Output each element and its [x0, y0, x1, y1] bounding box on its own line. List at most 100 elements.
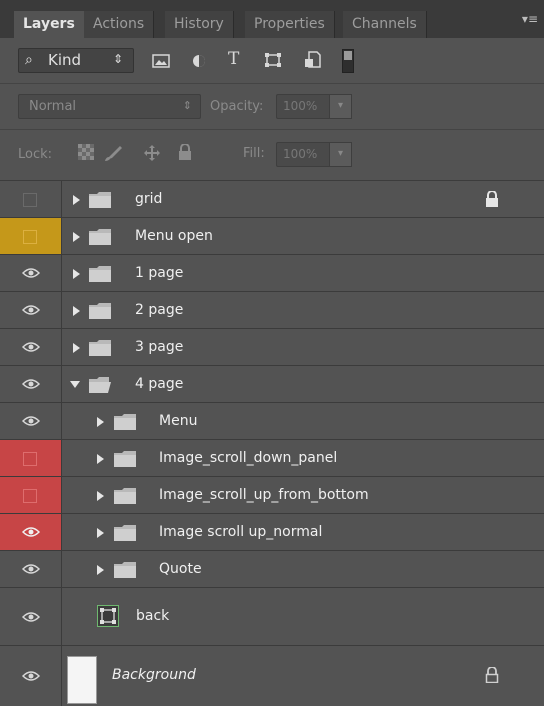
visibility-toggle[interactable]: [0, 292, 62, 328]
opacity-label: Opacity:: [210, 99, 264, 114]
filter-row: ⌕ Kind ⇕ T: [0, 38, 544, 84]
layer-name: Menu open: [135, 228, 213, 244]
opacity-input[interactable]: 100%: [276, 94, 330, 119]
expand-arrow-icon[interactable]: [73, 343, 80, 353]
expand-arrow-icon[interactable]: [97, 417, 104, 427]
background-thumbnail: [67, 656, 97, 704]
layer-name: Image_scroll_up_from_bottom: [159, 487, 369, 503]
expand-arrow-icon[interactable]: [97, 454, 104, 464]
layer-image-scroll-up-from-bottom[interactable]: Image_scroll_up_from_bottom: [0, 477, 544, 514]
expand-arrow-icon[interactable]: [73, 306, 80, 316]
fill-dropdown-arrow[interactable]: ▾: [330, 142, 352, 167]
smart-object-filter-icon[interactable]: [304, 51, 322, 68]
folder-icon: [114, 488, 136, 504]
visibility-toggle[interactable]: [0, 588, 62, 645]
visibility-toggle[interactable]: [0, 255, 62, 291]
layer-name: Image scroll up_normal: [159, 524, 323, 540]
filter-kind-label: Kind: [48, 51, 82, 69]
chevron-updown-icon: ⇕: [182, 99, 192, 112]
visibility-toggle[interactable]: [0, 218, 62, 254]
eye-icon: [22, 305, 40, 315]
layer-3-page[interactable]: 3 page: [0, 329, 544, 366]
visibility-toggle[interactable]: [0, 646, 62, 706]
layer-name: 3 page: [135, 339, 184, 355]
blend-row: Normal ⇕ Opacity: 100% ▾: [0, 84, 544, 130]
layer-background[interactable]: Background: [0, 646, 544, 706]
layer-name: Quote: [159, 561, 202, 577]
lock-image-icon[interactable]: [104, 144, 124, 162]
blend-mode-select[interactable]: Normal ⇕: [18, 94, 201, 119]
expand-arrow-icon[interactable]: [73, 269, 80, 279]
layer-image-scroll-down-panel[interactable]: Image_scroll_down_panel: [0, 440, 544, 477]
layer-name: 4 page: [135, 376, 184, 392]
expand-arrow-icon[interactable]: [73, 195, 80, 205]
eye-icon: [22, 527, 40, 537]
shape-filter-icon[interactable]: [264, 52, 282, 68]
layer-menu[interactable]: Menu: [0, 403, 544, 440]
folder-icon: [114, 451, 136, 467]
fill-label: Fill:: [243, 146, 265, 161]
expand-arrow-icon[interactable]: [97, 491, 104, 501]
lock-label: Lock:: [18, 147, 53, 162]
eye-icon: [22, 379, 40, 389]
adjustment-filter-icon[interactable]: [190, 54, 208, 68]
layers-panel: Layers Actions History Properties Channe…: [0, 0, 544, 706]
layer-4-page[interactable]: 4 page: [0, 366, 544, 403]
lock-row: Lock: Fill: 100% ▾: [0, 130, 544, 181]
search-icon: ⌕: [25, 52, 33, 68]
eye-icon: [22, 671, 40, 681]
layer-back[interactable]: back: [0, 588, 544, 646]
expand-arrow-icon[interactable]: [97, 565, 104, 575]
image-filter-icon[interactable]: [152, 54, 170, 68]
folder-icon: [89, 229, 111, 245]
layer-2-page[interactable]: 2 page: [0, 292, 544, 329]
fill-input[interactable]: 100%: [276, 142, 330, 167]
lock-transparent-icon[interactable]: [78, 144, 94, 160]
panel-menu-icon[interactable]: ▾≡: [522, 12, 538, 26]
chevron-updown-icon: ⇕: [112, 52, 123, 66]
layer-grid[interactable]: grid: [0, 181, 544, 218]
visibility-toggle[interactable]: [0, 477, 62, 513]
tab-channels[interactable]: Channels: [343, 11, 427, 38]
shape-layer-thumbnail: [97, 605, 119, 627]
expand-arrow-icon[interactable]: [97, 528, 104, 538]
filter-kind-select[interactable]: ⌕ Kind ⇕: [18, 48, 134, 73]
layer-name: 2 page: [135, 302, 184, 318]
tab-layers[interactable]: Layers: [14, 11, 85, 38]
folder-icon: [114, 525, 136, 541]
visibility-toggle[interactable]: [0, 514, 62, 550]
layer-name: 1 page: [135, 265, 184, 281]
layer-name: back: [136, 608, 170, 624]
layer-image-scroll-up-normal[interactable]: Image scroll up_normal: [0, 514, 544, 551]
collapse-arrow-icon[interactable]: [70, 381, 80, 388]
visibility-toggle[interactable]: [0, 403, 62, 439]
eye-icon: [22, 564, 40, 574]
layer-name: Menu: [159, 413, 198, 429]
visibility-toggle[interactable]: [0, 366, 62, 402]
opacity-dropdown-arrow[interactable]: ▾: [330, 94, 352, 119]
layer-1-page[interactable]: 1 page: [0, 255, 544, 292]
layer-name: Image_scroll_down_panel: [159, 450, 338, 466]
layer-name: grid: [135, 191, 163, 207]
filter-toggle-switch[interactable]: [342, 49, 354, 73]
layer-lock-icon: [486, 191, 498, 207]
folder-icon: [89, 303, 111, 319]
panel-tab-bar: Layers Actions History Properties Channe…: [0, 0, 544, 38]
tab-properties[interactable]: Properties: [245, 11, 335, 38]
visibility-toggle[interactable]: [0, 329, 62, 365]
layer-quote[interactable]: Quote: [0, 551, 544, 588]
visibility-toggle[interactable]: [0, 440, 62, 476]
visibility-toggle[interactable]: [0, 181, 62, 217]
lock-all-icon[interactable]: [178, 144, 192, 161]
eye-icon: [22, 268, 40, 278]
tab-actions[interactable]: Actions: [84, 11, 155, 38]
tab-history[interactable]: History: [165, 11, 234, 38]
layer-menu-open[interactable]: Menu open: [0, 218, 544, 255]
visibility-toggle[interactable]: [0, 551, 62, 587]
lock-position-icon[interactable]: [143, 144, 161, 162]
folder-icon: [89, 192, 111, 208]
expand-arrow-icon[interactable]: [73, 232, 80, 242]
eye-icon: [22, 342, 40, 352]
eye-icon: [22, 612, 40, 622]
type-filter-icon[interactable]: T: [228, 49, 239, 69]
